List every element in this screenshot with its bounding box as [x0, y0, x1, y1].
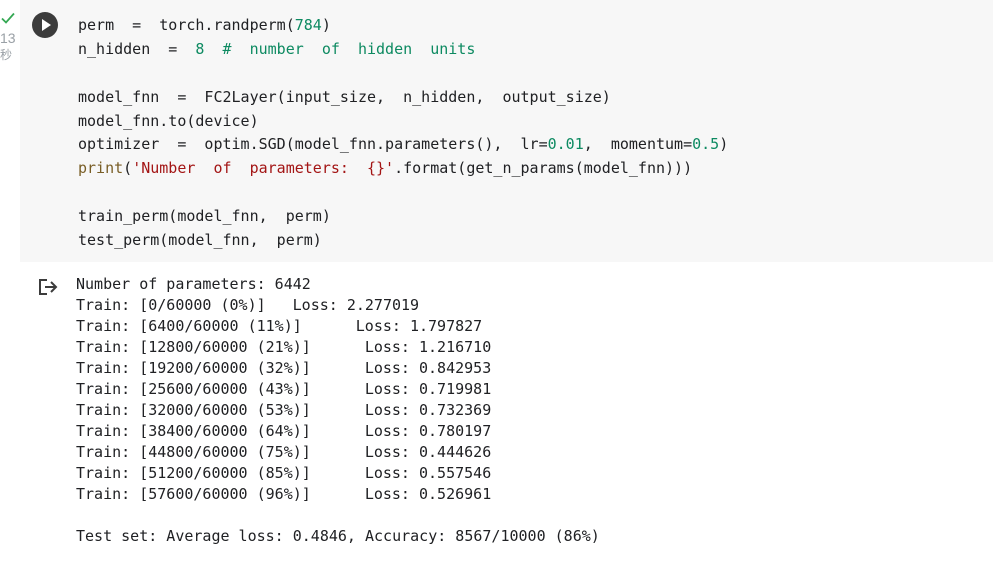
code-token: n_hidden = [78, 39, 196, 58]
code-token: 0.01 [547, 135, 584, 154]
train-loss: Loss: 0.780197 [364, 422, 492, 440]
code-line[interactable]: perm = torch.randperm(784) [78, 14, 728, 38]
train-row: Train: [19200/60000 (32%)] Loss: 0.842953 [76, 358, 600, 379]
train-row: Train: [51200/60000 (85%)] Loss: 0.557546 [76, 463, 600, 484]
train-progress: Train: [51200/60000 (85%)] [76, 464, 311, 482]
code-token: # number of hidden units [222, 39, 476, 58]
train-row: Train: [32000/60000 (53%)] Loss: 0.732369 [76, 400, 600, 421]
code-line[interactable]: model_fnn = FC2Layer(input_size, n_hidde… [78, 86, 728, 110]
code-line[interactable]: test_perm(model_fnn, perm) [78, 229, 728, 253]
train-progress: Train: [38400/60000 (64%)] [76, 422, 311, 440]
code-token: , momentum= [583, 135, 693, 154]
train-progress: Train: [0/60000 (0%)] [76, 296, 266, 314]
train-row: Train: [57600/60000 (96%)] Loss: 0.526961 [76, 484, 600, 505]
code-token: .format(get_n_params(model_fnn))) [394, 159, 693, 178]
train-row: Train: [44800/60000 (75%)] Loss: 0.444626 [76, 442, 600, 463]
train-loss: Loss: 0.444626 [364, 443, 492, 461]
train-loss: Loss: 0.526961 [364, 485, 492, 503]
code-token: ( [123, 159, 133, 178]
train-row: Train: [6400/60000 (11%)] Loss: 1.797827 [76, 316, 600, 337]
code-line[interactable] [78, 62, 728, 86]
code-token: test_perm(model_fnn, perm) [78, 231, 322, 250]
train-loss: Loss: 1.797827 [355, 317, 483, 335]
code-line[interactable]: n_hidden = 8 # number of hidden units [78, 38, 728, 62]
train-progress: Train: [6400/60000 (11%)] [76, 317, 302, 335]
train-row: Train: [25600/60000 (43%)] Loss: 0.719981 [76, 379, 600, 400]
train-progress: Train: [12800/60000 (21%)] [76, 338, 311, 356]
params-line: Number of parameters: 6442 [76, 275, 311, 293]
code-token: 'Number of parameters: {}' [132, 159, 395, 178]
code-token: perm = torch.randperm( [78, 16, 295, 34]
code-editor[interactable]: perm = torch.randperm(784) n_hidden = 8 #… [78, 14, 728, 253]
train-progress: Train: [44800/60000 (75%)] [76, 443, 311, 461]
train-row: Train: [12800/60000 (21%)] Loss: 1.216710 [76, 337, 600, 358]
train-progress: Train: [57600/60000 (96%)] [76, 485, 311, 503]
train-row: Train: [38400/60000 (64%)] Loss: 0.780197 [76, 421, 600, 442]
test-line: Test set: Average loss: 0.4846, Accuracy… [76, 527, 600, 545]
code-token: model_fnn.to(device) [78, 111, 259, 130]
code-token: 784 [294, 16, 322, 34]
code-token: ) [321, 16, 331, 34]
code-token: model_fnn = FC2Layer(input_size, n_hidde… [78, 87, 611, 106]
train-row: Train: [0/60000 (0%)] Loss: 2.277019 [76, 295, 600, 316]
output-arrow-icon[interactable] [37, 277, 59, 297]
train-loss: Loss: 1.216710 [364, 338, 492, 356]
train-loss: Loss: 0.557546 [364, 464, 492, 482]
code-line[interactable]: model_fnn.to(device) [78, 110, 728, 134]
code-token: train_perm(model_fnn, perm) [78, 207, 331, 226]
code-line[interactable]: train_perm(model_fnn, perm) [78, 205, 728, 229]
code-line[interactable]: print('Number of parameters: {}'.format(… [78, 157, 728, 181]
train-loss: Loss: 0.732369 [364, 401, 492, 419]
code-token: print [78, 159, 124, 178]
cell-output: Number of parameters: 6442 Train: [0/6000… [76, 274, 600, 547]
code-token: optimizer = optim.SGD(model_fnn.paramete… [78, 135, 548, 154]
execution-time-unit: 秒 [0, 48, 13, 62]
code-line[interactable] [78, 181, 728, 205]
train-progress: Train: [32000/60000 (53%)] [76, 401, 311, 419]
train-progress: Train: [19200/60000 (32%)] [76, 359, 311, 377]
code-line[interactable]: optimizer = optim.SGD(model_fnn.paramete… [78, 133, 728, 157]
run-cell-button[interactable] [32, 12, 58, 38]
execution-count: 13 [0, 30, 16, 46]
train-progress: Train: [25600/60000 (43%)] [76, 380, 311, 398]
train-loss: Loss: 0.842953 [364, 359, 492, 377]
train-loss: Loss: 0.719981 [364, 380, 492, 398]
cell-gutter: 13 秒 [0, 0, 20, 70]
code-token: ) [719, 135, 729, 154]
train-loss: Loss: 2.277019 [292, 296, 420, 314]
code-token: 0.5 [692, 135, 720, 154]
check-icon [1, 12, 15, 24]
